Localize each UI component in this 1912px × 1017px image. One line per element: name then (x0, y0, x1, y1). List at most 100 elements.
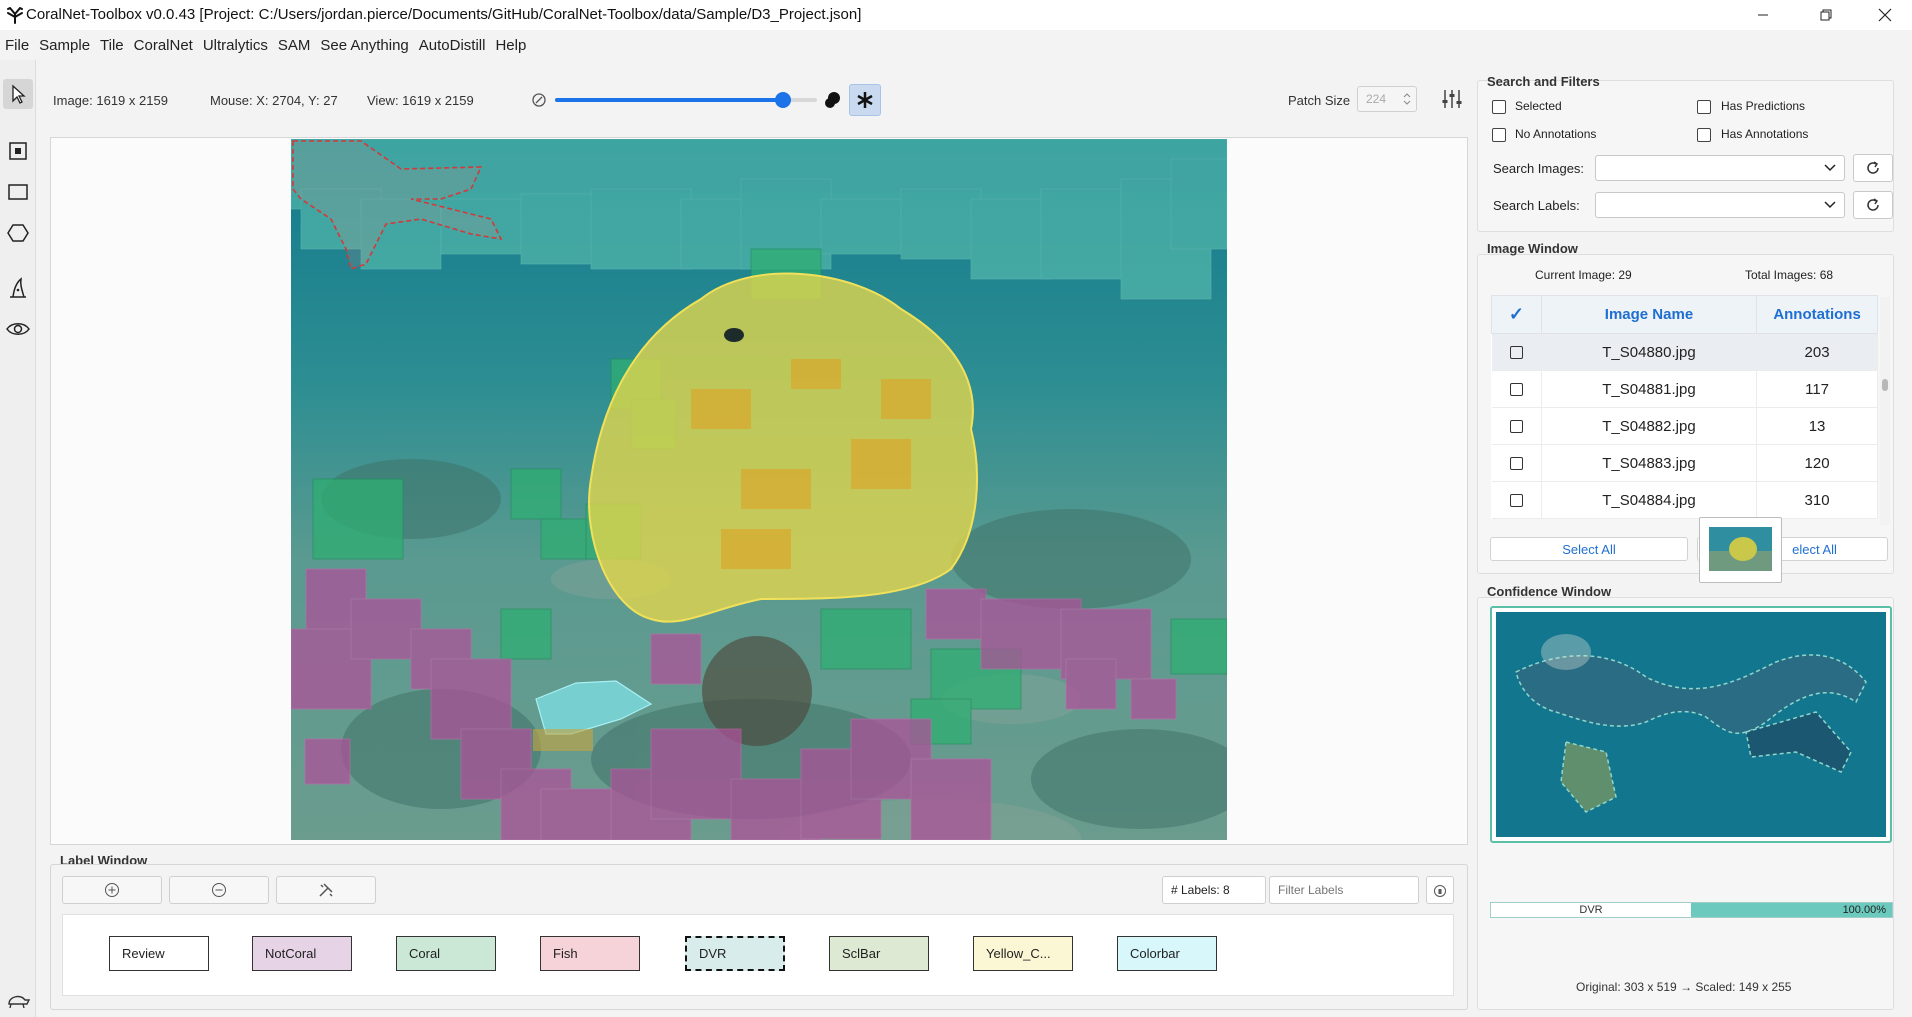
label-review[interactable]: Review (109, 936, 209, 971)
edit-label-button[interactable] (276, 876, 376, 904)
menu-file[interactable]: File (0, 37, 34, 54)
link-icon[interactable] (531, 92, 547, 108)
mouse-position-readout: Mouse: X: 2704, Y: 27 (210, 93, 338, 108)
label-yellow-c[interactable]: Yellow_C... (973, 936, 1073, 971)
menu-tile[interactable]: Tile (95, 37, 129, 54)
sam-tool[interactable] (3, 273, 33, 303)
label-dvr[interactable]: DVR (685, 936, 785, 971)
patch-size-spinbox[interactable]: 224 (1357, 86, 1417, 112)
tools-icon (319, 883, 333, 897)
spin-arrows-icon (1403, 93, 1411, 105)
image-name-cell: T_S04880.jpg (1541, 333, 1758, 371)
sliders-settings-icon[interactable] (1441, 88, 1463, 110)
all-labels-toggle[interactable] (849, 84, 881, 116)
annotation-count-cell: 13 (1756, 407, 1878, 445)
image-table: ✓ Image Name Annotations T_S04880.jpg 20… (1491, 295, 1878, 519)
opacity-blob-icon[interactable] (824, 91, 842, 109)
refresh-icon (1867, 198, 1879, 211)
table-row[interactable]: T_S04884.jpg 310 (1491, 481, 1878, 519)
chevron-down-icon (1824, 164, 1836, 172)
label-chip-text: NotCoral (265, 946, 317, 961)
menu-sam[interactable]: SAM (273, 37, 316, 54)
see-anything-tool[interactable] (3, 314, 33, 344)
dimension-readout: Original: 303 x 519 → Scaled: 149 x 255 (1576, 980, 1792, 994)
image-window-title: Image Window (1487, 241, 1578, 256)
confidence-preview-frame (1490, 606, 1892, 843)
lock-icon (1434, 885, 1446, 897)
menu-ultralytics[interactable]: Ultralytics (198, 37, 273, 54)
minimize-icon[interactable] (1740, 0, 1786, 30)
tool-bar (0, 60, 36, 1017)
menu-sample[interactable]: Sample (34, 37, 95, 54)
annotation-count-cell: 310 (1756, 481, 1878, 519)
filter-labels-input[interactable] (1269, 876, 1419, 904)
transparency-slider-thumb[interactable] (774, 92, 791, 108)
image-name-cell: T_S04882.jpg (1541, 407, 1758, 445)
remove-label-button[interactable] (169, 876, 269, 904)
menu-help[interactable]: Help (490, 37, 531, 54)
no-annotations-checkbox[interactable] (1492, 128, 1506, 142)
turtle-icon (8, 995, 31, 1009)
label-fish[interactable]: Fish (540, 936, 640, 971)
scrollbar-thumb[interactable] (1882, 379, 1888, 391)
menu-see-anything[interactable]: See Anything (315, 37, 413, 54)
image-name-cell: T_S04884.jpg (1541, 481, 1758, 519)
select-all-button[interactable]: Select All (1490, 537, 1688, 561)
patch-tool[interactable] (3, 136, 33, 166)
confidence-value: 100.00% (1842, 904, 1886, 916)
view-size-readout: View: 1619 x 2159 (367, 93, 474, 108)
label-chip-text: DVR (699, 946, 727, 961)
select-all-column-header[interactable]: ✓ (1491, 295, 1542, 334)
label-chip-text: Review (122, 946, 165, 961)
maximize-icon[interactable] (1803, 0, 1849, 30)
selected-checkbox[interactable] (1492, 100, 1506, 114)
search-filters-title: Search and Filters (1487, 74, 1600, 89)
add-label-button[interactable] (62, 876, 162, 904)
table-scrollbar[interactable] (1880, 297, 1890, 525)
has-annotations-checkbox[interactable] (1697, 128, 1711, 142)
table-row[interactable]: T_S04883.jpg 120 (1491, 444, 1878, 482)
label-colorbar[interactable]: Colorbar (1117, 936, 1217, 971)
confidence-label: DVR (1579, 904, 1603, 916)
chevron-down-icon (1824, 201, 1836, 209)
annotation-count-cell: 117 (1756, 370, 1878, 408)
image-name-cell: T_S04883.jpg (1541, 444, 1758, 482)
label-chip-text: Yellow_C... (986, 946, 1051, 961)
rectangle-tool[interactable] (3, 177, 33, 207)
annotations-column-header[interactable]: Annotations (1756, 295, 1878, 334)
image-name-column-header[interactable]: Image Name (1540, 295, 1758, 334)
polygon-tool[interactable] (3, 218, 33, 248)
label-coral[interactable]: Coral (396, 936, 496, 971)
row-checkbox[interactable] (1509, 420, 1523, 434)
confidence-preview-image (1496, 612, 1886, 837)
turtle-tool[interactable] (3, 984, 33, 1014)
patch-size-label: Patch Size (1288, 93, 1351, 108)
transparency-slider-track[interactable] (555, 92, 817, 108)
label-sclbar[interactable]: SclBar (829, 936, 929, 971)
rectangle-icon (8, 184, 28, 200)
lock-labels-button[interactable] (1426, 876, 1454, 904)
table-row[interactable]: T_S04881.jpg 117 (1491, 370, 1878, 408)
has-predictions-label: Has Predictions (1721, 99, 1806, 113)
close-icon[interactable] (1862, 0, 1908, 30)
search-images-combo[interactable] (1595, 155, 1845, 181)
row-checkbox[interactable] (1509, 383, 1523, 397)
menu-coralnet[interactable]: CoralNet (129, 37, 198, 54)
row-checkbox[interactable] (1509, 494, 1523, 508)
label-notcoral[interactable]: NotCoral (252, 936, 352, 971)
select-tool[interactable] (3, 79, 33, 109)
menu-autodistill[interactable]: AutoDistill (414, 37, 491, 54)
image-name-cell: T_S04881.jpg (1541, 370, 1758, 408)
row-checkbox[interactable] (1509, 346, 1523, 360)
table-row[interactable]: T_S04880.jpg 203 (1491, 333, 1878, 371)
annotated-reef-image[interactable] (291, 139, 1227, 840)
table-row[interactable]: T_S04882.jpg 13 (1491, 407, 1878, 445)
refresh-images-button[interactable] (1853, 154, 1893, 182)
confidence-window-title: Confidence Window (1487, 584, 1612, 599)
row-checkbox[interactable] (1509, 457, 1523, 471)
refresh-labels-button[interactable] (1853, 191, 1893, 219)
search-labels-combo[interactable] (1595, 192, 1845, 218)
confidence-bar: DVR 100.00% (1490, 902, 1893, 918)
has-predictions-checkbox[interactable] (1697, 100, 1711, 114)
cursor-arrow-icon (12, 84, 26, 104)
